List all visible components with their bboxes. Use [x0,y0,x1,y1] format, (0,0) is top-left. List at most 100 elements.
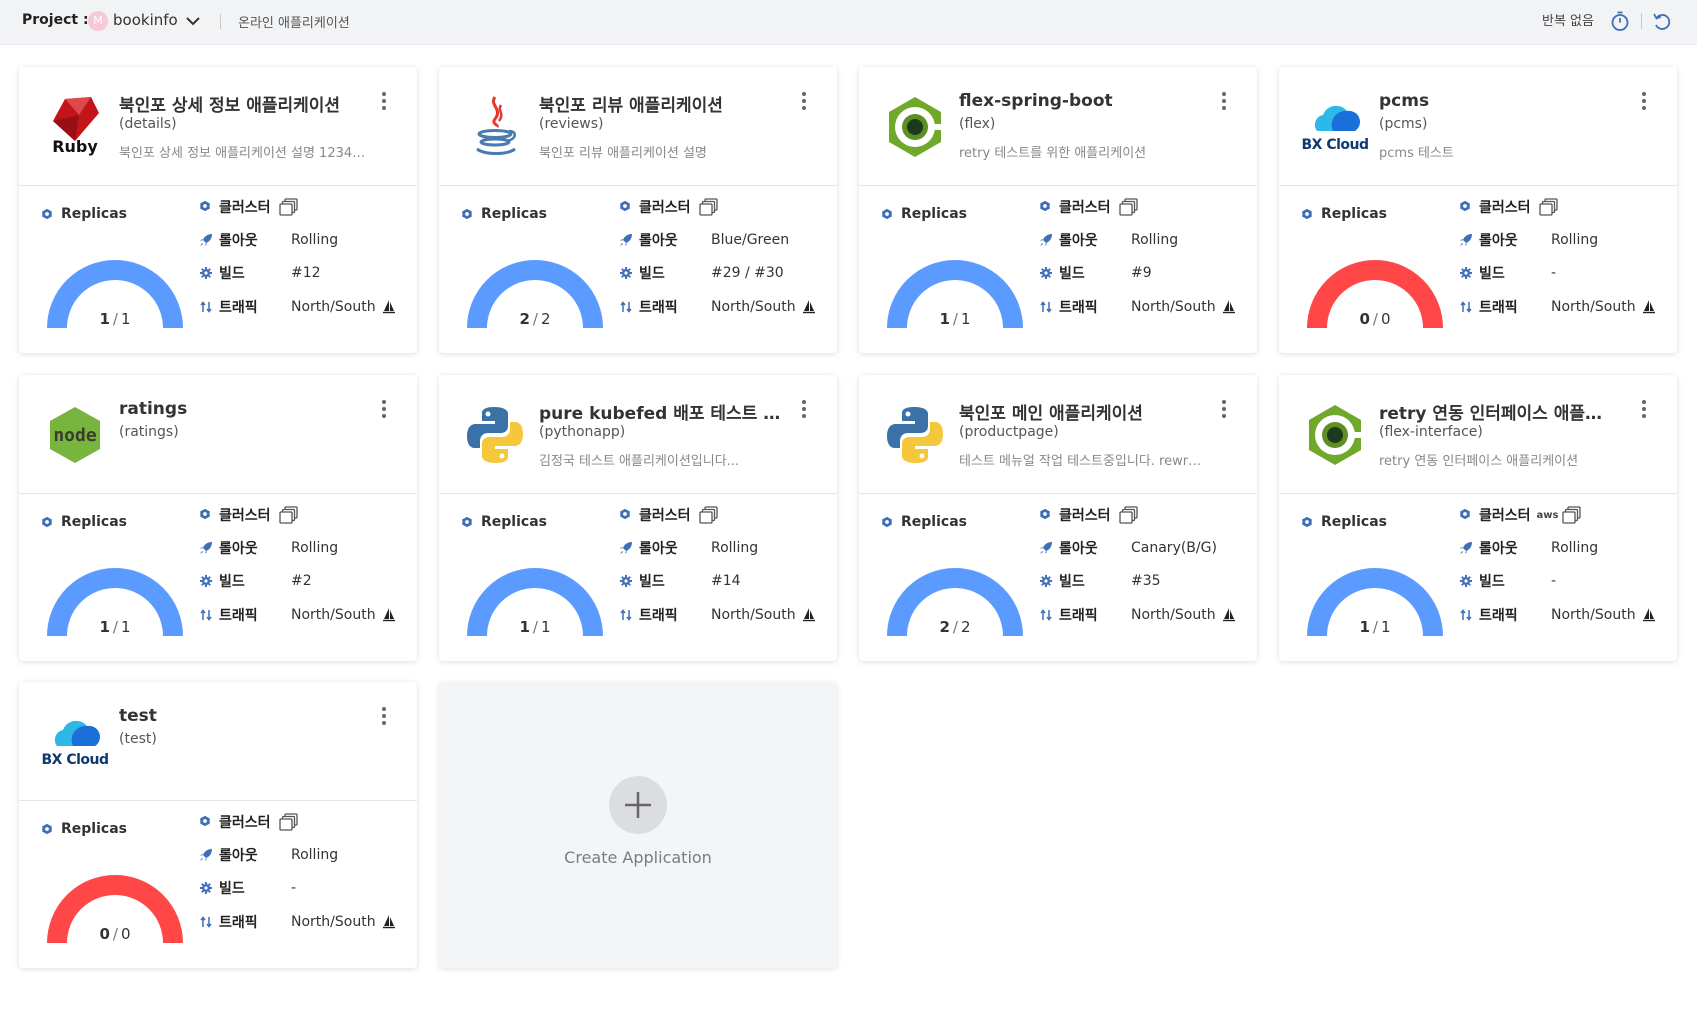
refresh-icon[interactable] [1650,9,1674,33]
cluster-icon[interactable] [278,813,299,831]
cluster-icons: aws [1535,506,1583,524]
cluster-icon[interactable] [698,506,719,524]
app-title[interactable]: 북인포 메인 애플리케이션 [959,399,1214,424]
rollout-label: 롤아웃 [1059,233,1098,249]
application-card[interactable]: 북인포 리뷰 애플리케이션 (reviews) 북인포 리뷰 애플리케이션 설명 Re… [439,67,837,353]
app-namespace: (pcms) [1379,116,1428,132]
replicas-value: 2/2 [519,310,551,328]
cluster-icons [1115,506,1139,524]
gear-icon [1039,574,1053,588]
kubernetes-icon [881,208,893,220]
traffic-label: 트래픽 [639,300,678,316]
cluster-icon[interactable] [1118,506,1139,524]
traffic-row: 트래픽 North/South [1039,297,1236,317]
rocket-icon [619,541,633,555]
repeat-setting-label[interactable]: 반복 없음 [1542,10,1594,29]
more-options-icon[interactable] [377,89,391,115]
cluster-icon[interactable] [1538,198,1559,216]
replicas-ready: 1 [99,618,110,636]
kubernetes-icon [1459,508,1473,522]
replicas-total: 1 [120,618,131,636]
traffic-value: North/South [1131,607,1216,623]
divider [1641,13,1642,29]
project-name[interactable]: bookinfo [113,11,178,29]
traffic-row: 트래픽 North/South [199,297,396,317]
kubernetes-icon [41,208,53,220]
replicas-total: 1 [1380,618,1391,636]
create-application-label[interactable]: Create Application [439,848,837,867]
rollout-label: 롤아웃 [639,233,678,249]
replicas-ready: 2 [939,618,950,636]
chevron-down-icon[interactable] [184,13,202,29]
replicas-label: Replicas [881,206,967,222]
cluster-icon[interactable] [698,198,719,216]
app-title[interactable]: retry 연동 인터페이스 애플… [1379,399,1634,424]
cluster-icon[interactable] [1118,198,1139,216]
plus-icon[interactable] [609,776,667,834]
rollout-value: Rolling [711,540,759,556]
create-application-card[interactable]: Create Application [439,682,837,968]
project-avatar: M [88,11,108,31]
replicas-label: Replicas [461,514,547,530]
replicas-label: Replicas [1301,206,1387,222]
app-title[interactable]: flex-spring-boot [959,91,1214,111]
application-card[interactable]: Ruby 북인포 상세 정보 애플리케이션 (details) 북인포 상세 정보 애… [19,67,417,353]
app-title[interactable]: ratings [119,399,374,419]
application-card[interactable]: pure kubefed 배포 테스트 … (pythonapp) 김정국 테스트 … [439,375,837,661]
app-description: 북인포 리뷰 애플리케이션 설명 [539,146,707,161]
app-title[interactable]: pure kubefed 배포 테스트 … [539,399,794,424]
replicas-ready: 1 [1359,618,1370,636]
logo-text: BX Cloud [1301,137,1369,153]
gear-icon [1459,266,1473,280]
replicas-value: 1/1 [1359,618,1391,636]
cluster-icon[interactable] [278,506,299,524]
kubernetes-icon [1039,200,1053,214]
rollout-row: 롤아웃 Rolling [199,230,338,250]
more-options-icon[interactable] [797,397,811,423]
istio-icon [802,607,816,623]
rollout-value: Blue/Green [711,232,790,248]
python-logo [879,399,951,471]
application-card[interactable]: flex-spring-boot (flex) retry 테스트를 위한 애플리케… [859,67,1257,353]
cluster-icon[interactable] [1562,506,1582,524]
more-options-icon[interactable] [1637,89,1651,115]
more-options-icon[interactable] [377,397,391,423]
application-card[interactable]: node ratings (ratings) Replicas 1/1 클러스터 롤아웃 Ro… [19,375,417,661]
replicas-text: Replicas [481,514,547,530]
more-options-icon[interactable] [797,89,811,115]
application-card[interactable]: retry 연동 인터페이스 애플… (flex-interface) retry … [1279,375,1677,661]
more-options-icon[interactable] [1637,397,1651,423]
rollout-value: Rolling [291,540,339,556]
rocket-icon [1039,541,1053,555]
app-title[interactable]: pcms [1379,91,1634,111]
cluster-label: 클러스터 [1059,200,1111,216]
card-header: BX Cloud test (test) [19,682,417,801]
build-value: #9 [1131,265,1152,281]
project-label: Project : [22,12,89,28]
app-title[interactable]: 북인포 상세 정보 애플리케이션 [119,91,374,116]
application-card[interactable]: BX Cloud test (test) Replicas 0/0 클러스터 롤아웃 Roll… [19,682,417,968]
traffic-icon [1039,608,1053,622]
replicas-ready: 2 [519,310,530,328]
gear-icon [619,266,633,280]
more-options-icon[interactable] [1217,89,1231,115]
app-namespace: (details) [119,116,177,132]
traffic-label: 트래픽 [1479,300,1518,316]
timer-icon[interactable] [1608,9,1632,33]
card-header: 북인포 리뷰 애플리케이션 (reviews) 북인포 리뷰 애플리케이션 설명 [439,67,837,186]
app-namespace: (pythonapp) [539,424,626,440]
application-card[interactable]: 북인포 메인 애플리케이션 (productpage) 테스트 메뉴얼 작업 테스트… [859,375,1257,661]
more-options-icon[interactable] [1217,397,1231,423]
app-title[interactable]: 북인포 리뷰 애플리케이션 [539,91,794,116]
traffic-label: 트래픽 [1059,608,1098,624]
cluster-icon[interactable] [278,198,299,216]
traffic-icon [1459,300,1473,314]
cluster-label: 클러스터 [219,815,271,831]
replicas-total: 2 [960,618,971,636]
traffic-row: 트래픽 North/South [1459,605,1656,625]
application-card[interactable]: BX Cloud pcms (pcms) pcms 테스트 Replicas 0/0 클러스… [1279,67,1677,353]
replicas-label: Replicas [881,514,967,530]
app-title[interactable]: test [119,706,374,726]
cluster-row: 클러스터 [199,197,299,217]
more-options-icon[interactable] [377,704,391,730]
